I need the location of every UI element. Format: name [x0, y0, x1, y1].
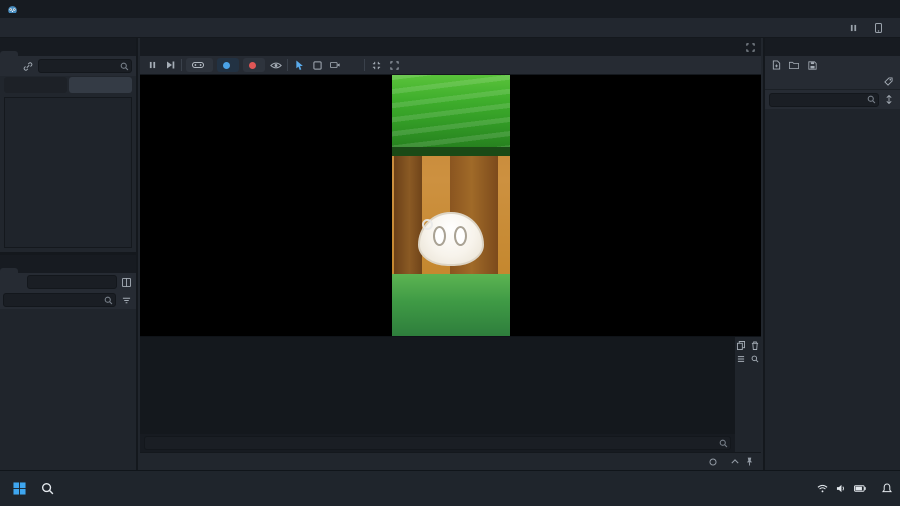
load-resource-icon[interactable] [787, 58, 801, 72]
inspector-body [765, 109, 900, 470]
scene-filter-wrap [38, 59, 132, 73]
search-icon [120, 62, 129, 71]
center-area [140, 38, 761, 470]
search-icon [104, 296, 113, 305]
titlebar [0, 0, 900, 18]
local-view-button[interactable] [69, 77, 132, 93]
output-filter-row [140, 434, 735, 452]
inspector-toolbar [765, 56, 900, 74]
scene-tree [4, 97, 132, 248]
embed-menu-icon[interactable] [405, 58, 419, 72]
menubar [0, 18, 900, 38]
bottom-bar-right [709, 457, 753, 466]
gamepad-icon [192, 61, 204, 69]
pin-panel-icon[interactable] [746, 457, 753, 466]
new-resource-icon[interactable] [769, 58, 783, 72]
inspector-filter-input[interactable] [769, 92, 879, 107]
camera-override-button[interactable] [328, 58, 342, 72]
filesystem-tabbar [0, 255, 136, 273]
fs-path-field[interactable] [27, 275, 117, 289]
pause-button[interactable] [850, 24, 857, 32]
2d-mode-icon [223, 61, 230, 69]
remote-device-icon[interactable] [875, 23, 882, 33]
tree-canopy [391, 75, 510, 156]
visibility-button[interactable] [269, 58, 283, 72]
output-filter-input[interactable] [144, 436, 731, 450]
clear-log-icon[interactable] [750, 340, 760, 350]
godot-logo-icon [7, 4, 18, 15]
toolbar-menu-icon[interactable] [346, 58, 360, 72]
instance-scene-button[interactable] [21, 59, 35, 73]
game-viewport[interactable] [140, 75, 761, 336]
next-frame-button[interactable] [163, 58, 177, 72]
filesystem-nav [0, 273, 136, 291]
scene-tabbar [140, 38, 761, 56]
inspector-subrow [765, 74, 900, 90]
3d-mode-icon [249, 61, 256, 69]
output-panel [140, 336, 761, 452]
filesystem-dock [0, 255, 136, 470]
expand-embed-button[interactable] [387, 58, 401, 72]
start-button-icon[interactable] [8, 478, 30, 500]
pan-mode-button[interactable] [310, 58, 324, 72]
output-main [140, 337, 735, 452]
taskbar-search-icon[interactable] [36, 478, 58, 500]
system-tray [801, 483, 892, 494]
input-mode-button[interactable] [186, 58, 213, 72]
camera-3d-button[interactable] [243, 58, 265, 72]
scene-dock-tabbar [0, 38, 136, 56]
inspector-filter-row [765, 90, 900, 109]
left-dock [0, 38, 138, 470]
inspector-tabbar [765, 38, 900, 56]
remote-local-switch [0, 76, 136, 94]
slime-eye [453, 226, 467, 246]
search-icon [719, 439, 728, 448]
version-icon [709, 457, 717, 466]
pause-game-button[interactable] [145, 58, 159, 72]
wifi-icon[interactable] [817, 484, 828, 493]
expand-editor-icon[interactable] [746, 42, 761, 52]
select-mode-button[interactable] [292, 58, 306, 72]
bottom-bar [140, 452, 761, 470]
camera-2d-button[interactable] [217, 58, 239, 72]
resource-menu-icon[interactable] [823, 58, 837, 72]
game-cursor [421, 219, 433, 230]
battery-icon[interactable] [854, 485, 866, 492]
shrink-embed-button[interactable] [369, 58, 383, 72]
filesystem-filter-row [0, 291, 136, 309]
scene-dock [0, 38, 136, 255]
taskbar [0, 470, 900, 506]
search-icon [867, 95, 876, 104]
tree-trunk [393, 139, 422, 278]
fs-split-view-icon[interactable] [119, 275, 133, 289]
inspector-dock [763, 38, 900, 470]
playback-controls [841, 18, 894, 38]
history-menu-icon[interactable] [882, 58, 896, 72]
game-ground [391, 274, 510, 336]
collapse-log-icon[interactable] [736, 354, 746, 364]
fs-sort-icon[interactable] [119, 293, 133, 307]
raise-panel-icon[interactable] [731, 458, 739, 465]
search-log-icon[interactable] [750, 354, 760, 364]
fs-filter-input[interactable] [3, 293, 116, 307]
scene-filter-input[interactable] [38, 59, 132, 73]
save-resource-icon[interactable] [805, 58, 819, 72]
game-render-area [391, 75, 510, 336]
scene-toolbar [0, 56, 136, 76]
object-properties-icon[interactable] [881, 75, 895, 89]
godot-editor-window [0, 0, 900, 506]
add-node-button[interactable] [4, 59, 18, 73]
filesystem-tree [0, 309, 136, 470]
game-toolbar [140, 56, 761, 75]
notifications-icon[interactable] [882, 483, 892, 494]
slime-eye [432, 226, 446, 246]
remote-view-button[interactable] [4, 77, 67, 93]
copy-log-icon[interactable] [736, 340, 746, 350]
volume-icon[interactable] [836, 484, 846, 493]
expand-sections-icon[interactable] [882, 93, 896, 107]
output-log [140, 337, 735, 434]
output-side-toolbar [735, 337, 761, 452]
